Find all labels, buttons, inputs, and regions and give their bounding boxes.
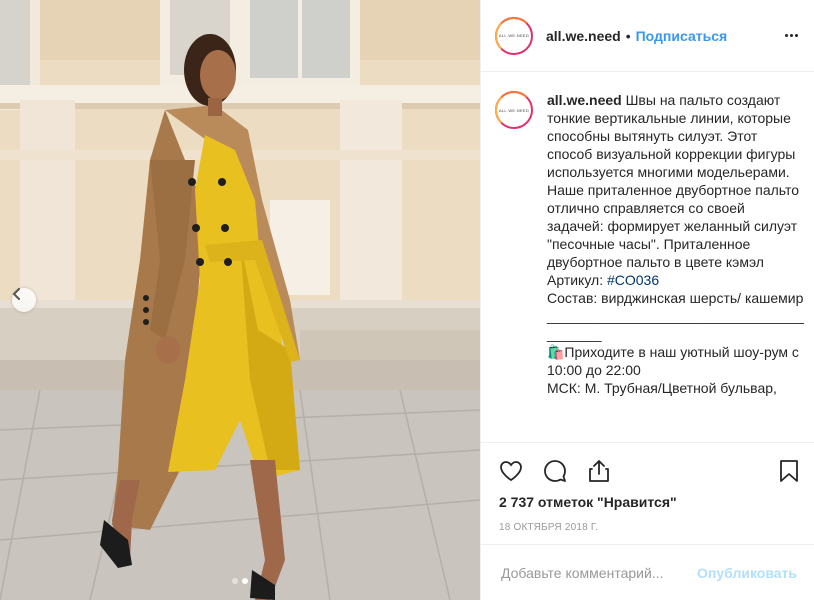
caption-text: all.we.need Швы на пальто создают тонкие… <box>547 91 805 397</box>
comments-scroll-area[interactable]: ALL.WE.NEED all.we.need Швы на пальто со… <box>481 72 814 442</box>
post-photo[interactable] <box>0 0 480 600</box>
photo-illustration <box>0 0 480 600</box>
post-sidebar: ALL.WE.NEED all.we.need • Подписаться AL… <box>480 0 814 600</box>
bookmark-icon[interactable] <box>777 459 801 483</box>
likes-count[interactable]: 2 737 отметок "Нравится" <box>499 494 677 510</box>
carousel-dot-active <box>242 578 248 584</box>
avatar-logo-text: ALL.WE.NEED <box>498 33 530 38</box>
username-link[interactable]: all.we.need <box>546 28 621 44</box>
follow-button[interactable]: Подписаться <box>636 28 728 44</box>
carousel-dot <box>232 578 238 584</box>
carousel-prev-button[interactable] <box>12 288 36 312</box>
caption-avatar[interactable]: ALL.WE.NEED <box>495 91 533 129</box>
carousel-indicator <box>0 578 480 584</box>
more-dots-icon <box>784 33 788 37</box>
post-date[interactable]: 18 октября 2018 г. <box>499 522 598 533</box>
post-header: ALL.WE.NEED all.we.need • Подписаться <box>481 0 814 72</box>
share-icon[interactable] <box>587 459 611 483</box>
heart-icon[interactable] <box>499 459 523 483</box>
chevron-left-icon <box>12 288 20 300</box>
avatar-logo-text: ALL.WE.NEED <box>498 107 530 113</box>
post-caption: ALL.WE.NEED all.we.need Швы на пальто со… <box>495 91 805 397</box>
comment-icon[interactable] <box>543 459 567 483</box>
caption-username-link[interactable]: all.we.need <box>547 92 622 108</box>
avatar[interactable]: ALL.WE.NEED <box>495 16 533 55</box>
publish-button[interactable]: Опубликовать <box>697 565 797 581</box>
more-options-button[interactable] <box>781 26 801 44</box>
instagram-post-modal: ALL.WE.NEED all.we.need • Подписаться AL… <box>0 0 814 600</box>
caption-body-continued: Состав: вирджинская шерсть/ кашемир ____… <box>547 290 804 396</box>
comment-form: Опубликовать <box>481 544 814 600</box>
caption-body: Швы на пальто создают тонкие вертикальны… <box>547 92 800 288</box>
hashtag-link[interactable]: #CO036 <box>607 272 659 288</box>
comment-input[interactable] <box>499 563 703 582</box>
dot-separator: • <box>625 27 631 44</box>
